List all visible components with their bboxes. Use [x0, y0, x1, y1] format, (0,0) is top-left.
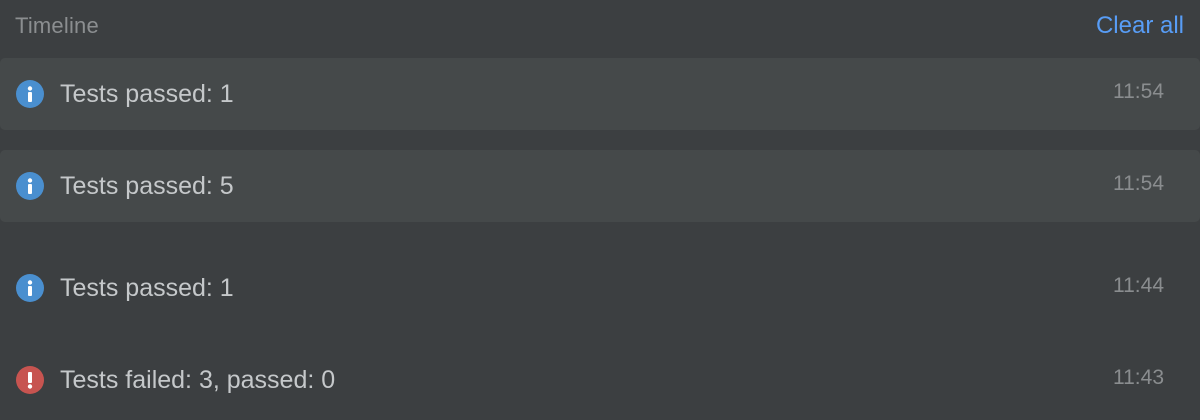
notification-item[interactable]: Tests failed: 3, passed: 0 11:43	[0, 344, 1200, 416]
notification-item[interactable]: Tests passed: 1 11:44	[0, 252, 1200, 324]
notification-time: 11:54	[1113, 80, 1164, 103]
notification-text: Tests passed: 1	[60, 274, 234, 302]
notification-time: 11:44	[1113, 274, 1164, 297]
info-icon	[16, 172, 44, 200]
info-icon	[16, 274, 44, 302]
notification-list: Tests passed: 1 11:54 Tests passed: 5 11…	[0, 0, 1200, 420]
notification-text: Tests failed: 3, passed: 0	[60, 366, 336, 394]
notification-text: Tests passed: 1	[60, 80, 234, 108]
notification-timeline-panel: Timeline Clear all Tests passed: 1 11:54…	[0, 0, 1200, 420]
info-icon	[16, 80, 44, 108]
notification-text: Tests passed: 5	[60, 172, 234, 200]
notification-item[interactable]: Tests passed: 5 11:54	[0, 150, 1200, 222]
notification-item[interactable]: Tests passed: 1 11:54	[0, 58, 1200, 130]
notification-time: 11:43	[1113, 366, 1164, 389]
notification-time: 11:54	[1113, 172, 1164, 195]
error-icon	[16, 366, 44, 394]
